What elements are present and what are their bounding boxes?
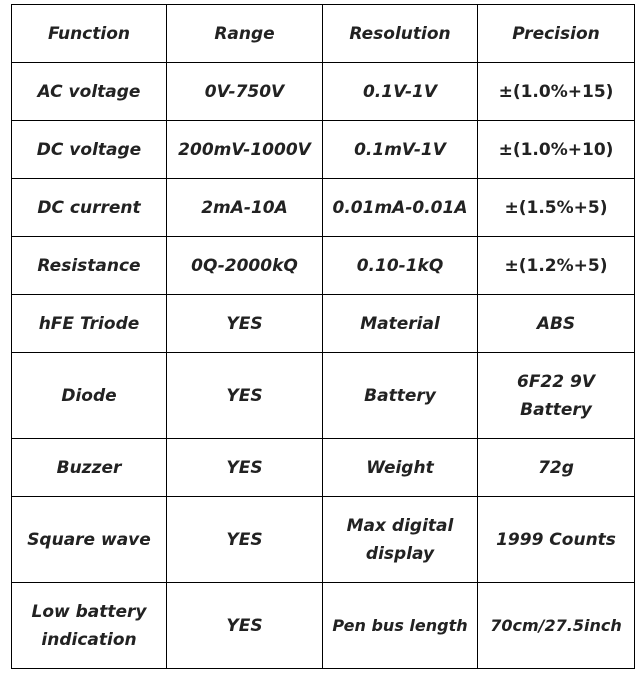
cell-resolution: 0.1mV-1V bbox=[322, 120, 478, 179]
table-row: DC voltage 200mV-1000V 0.1mV-1V ±(1.0%+1… bbox=[11, 120, 635, 179]
cell-resolution: Pen bus length bbox=[322, 582, 478, 669]
table-row: Diode YES Battery 6F22 9V Battery bbox=[11, 352, 635, 439]
cell-resolution: 0.01mA-0.01A bbox=[322, 178, 478, 237]
cell-function: hFE Triode bbox=[11, 294, 167, 353]
cell-resolution: Weight bbox=[322, 438, 478, 497]
cell-function: Buzzer bbox=[11, 438, 167, 497]
cell-range: 200mV-1000V bbox=[166, 120, 323, 179]
cell-precision: 1999 Counts bbox=[477, 496, 635, 583]
cell-resolution: Max digital display bbox=[322, 496, 478, 583]
cell-precision: ABS bbox=[477, 294, 635, 353]
cell-range: 0V-750V bbox=[166, 62, 323, 121]
cell-function: DC voltage bbox=[11, 120, 167, 179]
table-row: Resistance 0Q-2000kQ 0.10-1kQ ±(1.2%+5) bbox=[11, 236, 635, 295]
cell-function: AC voltage bbox=[11, 62, 167, 121]
table-row: hFE Triode YES Material ABS bbox=[11, 294, 635, 353]
cell-precision: 70cm/27.5inch bbox=[477, 582, 635, 669]
cell-range: YES bbox=[166, 496, 323, 583]
cell-precision: 72g bbox=[477, 438, 635, 497]
cell-resolution: 0.1V-1V bbox=[322, 62, 478, 121]
cell-range: YES bbox=[166, 438, 323, 497]
header-row: Function Range Resolution Precision bbox=[11, 4, 635, 63]
header-cell-resolution: Resolution bbox=[322, 4, 478, 63]
cell-function: Low battery indication bbox=[11, 582, 167, 669]
cell-range: 0Q-2000kQ bbox=[166, 236, 323, 295]
cell-resolution: Battery bbox=[322, 352, 478, 439]
specification-table: Function Range Resolution Precision AC v… bbox=[11, 4, 635, 669]
cell-function: DC current bbox=[11, 178, 167, 237]
table-row: Buzzer YES Weight 72g bbox=[11, 438, 635, 497]
cell-precision: ±(1.2%+5) bbox=[477, 236, 635, 295]
cell-resolution: 0.10-1kQ bbox=[322, 236, 478, 295]
table-row: DC current 2mA-10A 0.01mA-0.01A ±(1.5%+5… bbox=[11, 178, 635, 237]
cell-function: Square wave bbox=[11, 496, 167, 583]
header-cell-precision: Precision bbox=[477, 4, 635, 63]
table-row: AC voltage 0V-750V 0.1V-1V ±(1.0%+15) bbox=[11, 62, 635, 121]
cell-range: YES bbox=[166, 582, 323, 669]
cell-range: 2mA-10A bbox=[166, 178, 323, 237]
cell-precision: ±(1.0%+15) bbox=[477, 62, 635, 121]
cell-precision: ±(1.5%+5) bbox=[477, 178, 635, 237]
table-row: Low battery indication YES Pen bus lengt… bbox=[11, 582, 635, 669]
header-cell-range: Range bbox=[166, 4, 323, 63]
table-row: Square wave YES Max digital display 1999… bbox=[11, 496, 635, 583]
cell-function: Diode bbox=[11, 352, 167, 439]
cell-range: YES bbox=[166, 352, 323, 439]
cell-precision: 6F22 9V Battery bbox=[477, 352, 635, 439]
cell-range: YES bbox=[166, 294, 323, 353]
cell-resolution: Material bbox=[322, 294, 478, 353]
cell-function: Resistance bbox=[11, 236, 167, 295]
header-cell-function: Function bbox=[11, 4, 167, 63]
cell-precision: ±(1.0%+10) bbox=[477, 120, 635, 179]
